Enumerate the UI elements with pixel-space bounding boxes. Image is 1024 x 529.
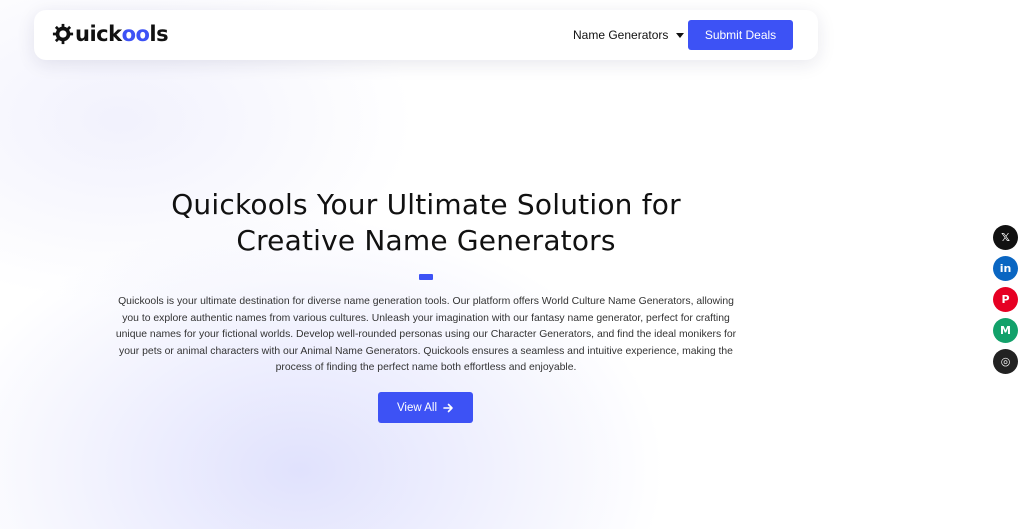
logo-text-oo: oo xyxy=(121,22,150,46)
x-icon[interactable]: 𝕏 xyxy=(993,225,1018,250)
submit-deals-button[interactable]: Submit Deals xyxy=(688,20,793,50)
arrow-right-icon xyxy=(443,403,453,412)
view-all-label: View All xyxy=(396,401,438,414)
social-links: 𝕏 in P M ◎ xyxy=(993,225,1018,374)
caret-down-icon xyxy=(676,32,685,38)
linkedin-icon[interactable]: in xyxy=(993,256,1018,281)
logo-text-suffix: ls xyxy=(149,22,169,46)
hero-section: Quickools Your Ultimate Solution for Cre… xyxy=(0,0,1024,529)
title-divider xyxy=(419,274,433,280)
pinterest-icon[interactable]: P xyxy=(993,287,1018,312)
logo-text-prefix: uick xyxy=(75,22,122,46)
navbar: uick oo ls Name Generators Submit Deals xyxy=(34,10,818,60)
hero-description: Quickools is your ultimate destination f… xyxy=(115,296,737,373)
hero-title: Quickools Your Ultimate Solution for Cre… xyxy=(171,188,681,257)
name-generators-label: Name Generators xyxy=(573,28,669,42)
medium-icon[interactable]: M xyxy=(993,318,1018,343)
name-generators-dropdown[interactable]: Name Generators xyxy=(573,28,685,42)
instagram-icon[interactable]: ◎ xyxy=(993,349,1018,374)
logo[interactable]: uick oo ls xyxy=(52,22,169,46)
view-all-button[interactable]: View All xyxy=(378,392,473,423)
gear-q-icon xyxy=(52,23,74,45)
